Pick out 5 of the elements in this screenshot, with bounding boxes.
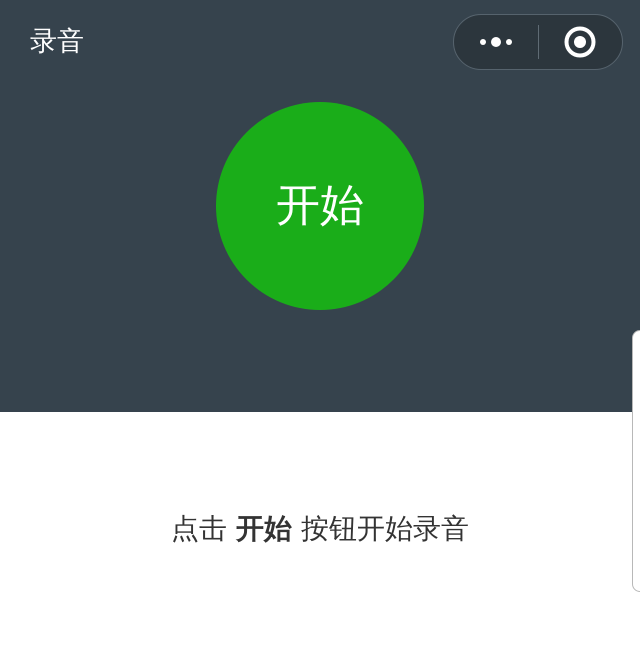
- start-record-button[interactable]: 开始: [216, 102, 424, 310]
- page-title: 录音: [30, 24, 84, 59]
- more-icon: [478, 36, 513, 48]
- target-icon: [564, 26, 596, 58]
- instruction-text: 点击 开始 按钮开始录音: [171, 511, 469, 547]
